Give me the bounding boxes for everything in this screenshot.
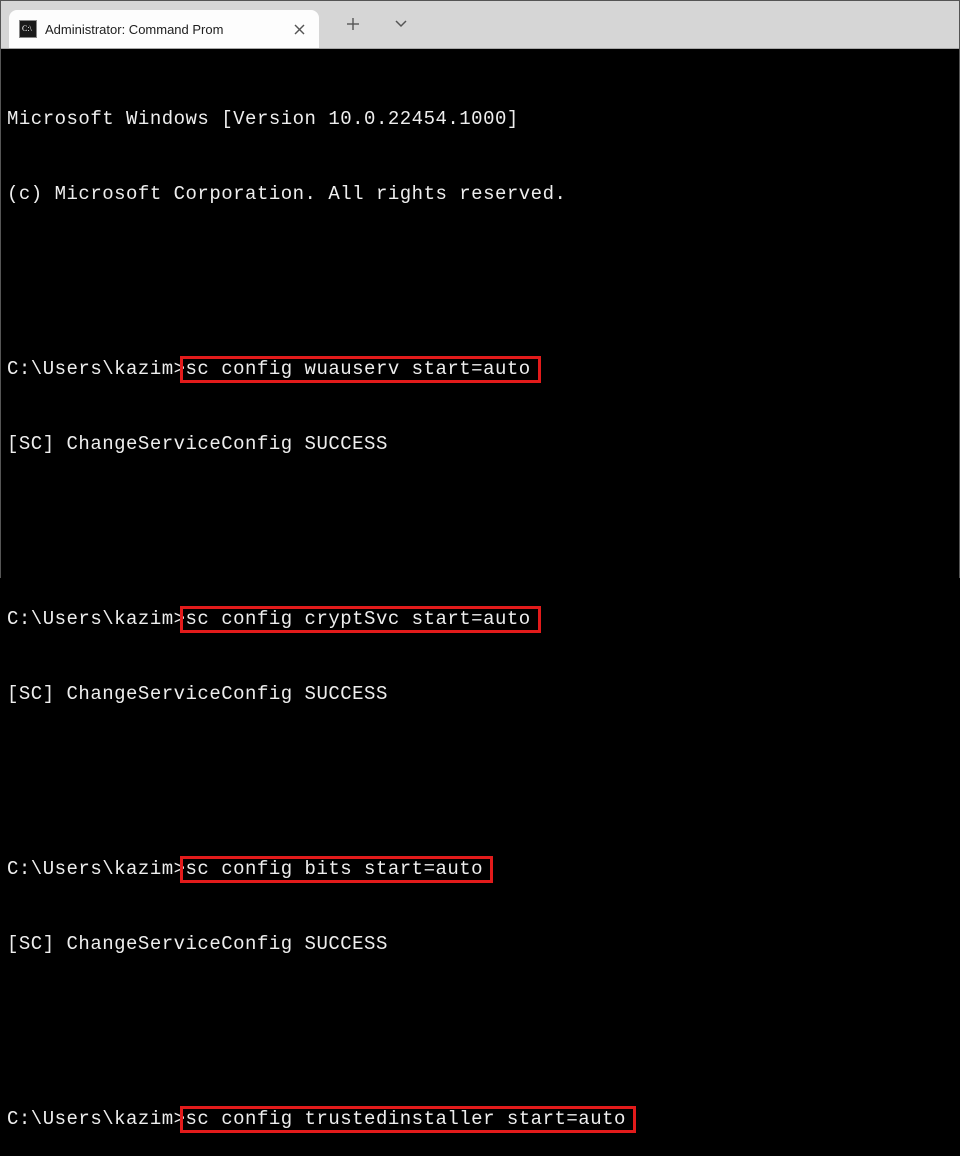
prompt: C:\Users\kazim> <box>7 358 186 380</box>
output-3: [SC] ChangeServiceConfig SUCCESS <box>7 932 953 957</box>
output-2: [SC] ChangeServiceConfig SUCCESS <box>7 682 953 707</box>
svg-text:C:\: C:\ <box>22 24 33 33</box>
command-line-2: C:\Users\kazim>sc config cryptSvc start=… <box>7 607 953 632</box>
command-3: sc config bits start=auto <box>186 857 484 882</box>
prompt: C:\Users\kazim> <box>7 608 186 630</box>
prompt: C:\Users\kazim> <box>7 1108 186 1130</box>
cmd-icon: C:\ <box>19 20 37 38</box>
command-4: sc config trustedinstaller start=auto <box>186 1107 626 1132</box>
tab-close-button[interactable] <box>289 19 309 39</box>
tabbar-actions <box>319 0 413 48</box>
command-line-3: C:\Users\kazim>sc config bits start=auto <box>7 857 953 882</box>
window-frame: C:\ Administrator: Command Prom <box>0 0 960 578</box>
tab-bar: C:\ Administrator: Command Prom <box>1 1 959 49</box>
terminal-area[interactable]: Microsoft Windows [Version 10.0.22454.10… <box>1 49 959 1156</box>
tab-title: Administrator: Command Prom <box>45 22 281 37</box>
header-line-1: Microsoft Windows [Version 10.0.22454.10… <box>7 107 953 132</box>
prompt: C:\Users\kazim> <box>7 858 186 880</box>
command-1: sc config wuauserv start=auto <box>186 357 531 382</box>
header-line-2: (c) Microsoft Corporation. All rights re… <box>7 182 953 207</box>
tab-dropdown-button[interactable] <box>389 12 413 36</box>
command-line-1: C:\Users\kazim>sc config wuauserv start=… <box>7 357 953 382</box>
tab-command-prompt[interactable]: C:\ Administrator: Command Prom <box>9 10 319 48</box>
command-line-4: C:\Users\kazim>sc config trustedinstalle… <box>7 1107 953 1132</box>
output-1: [SC] ChangeServiceConfig SUCCESS <box>7 432 953 457</box>
command-2: sc config cryptSvc start=auto <box>186 607 531 632</box>
new-tab-button[interactable] <box>341 12 365 36</box>
